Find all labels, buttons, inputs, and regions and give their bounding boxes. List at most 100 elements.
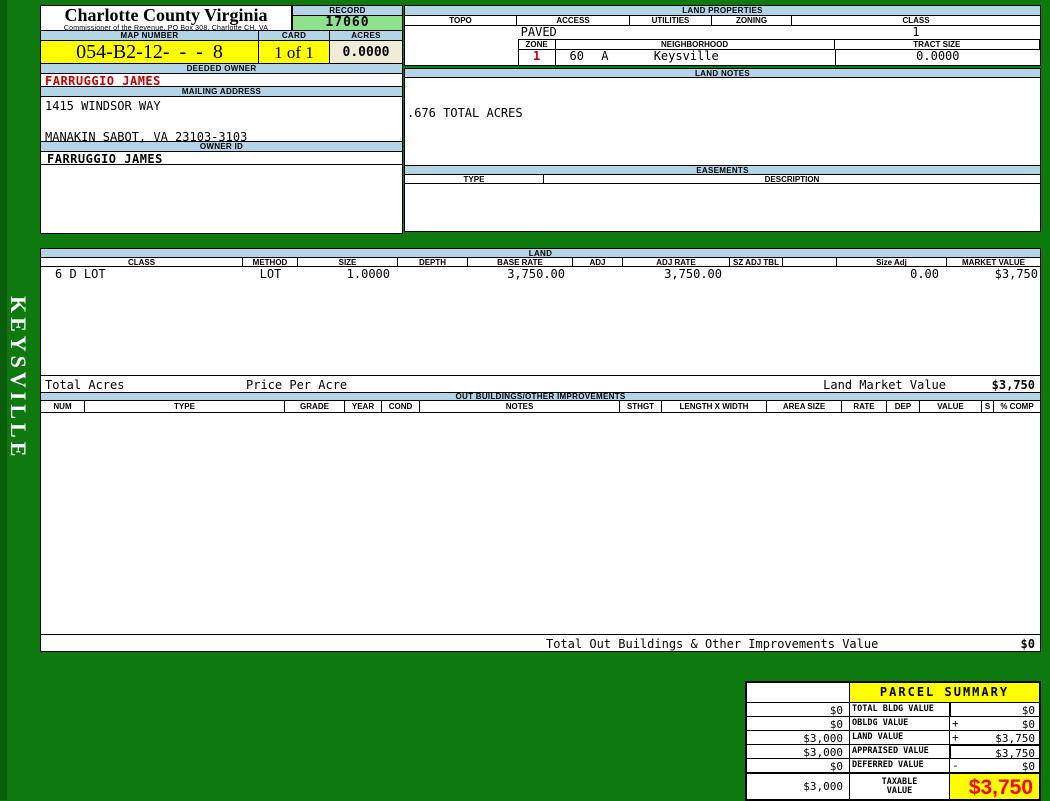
ps-header-spacer [747,683,849,702]
out-buildings-total-label: Total Out Buildings & Other Improvements… [546,637,878,651]
land-col-method: METHOD [243,257,298,267]
ps-label-total-bldg: TOTAL BLDG VALUE [849,702,949,716]
land-market-value-label: Land Market Value [823,378,946,392]
parcel-summary: PARCEL SUMMARY $0 TOTAL BLDG VALUE $0 $0… [745,681,1041,801]
property-record-card: KEYSVILLE Charlotte County Virginia Comm… [0,0,1050,800]
total-acres-label: Total Acres [45,378,124,392]
ob-col-length-width: LENGTH X WIDTH [662,400,767,413]
easement-description-label: DESCRIPTION [544,174,1041,184]
ps-prior-deferred: $0 [747,758,849,772]
ps-op-obldg: + [949,716,965,730]
ob-col-rate: RATE [842,400,887,413]
ps-op-deferred: - [949,758,965,772]
county-title: Charlotte County Virginia [41,6,291,25]
land-row-size: 1.0000 [298,267,398,279]
land-col-market-value: MARKET VALUE [947,257,1041,267]
ps-prior-land: $3,000 [747,730,849,744]
owner-panel: Charlotte County Virginia Commissioner o… [40,5,403,234]
ps-op-total-bldg [949,702,965,716]
record-box: RECORD 17060 [292,5,403,31]
land-col-adj: ADJ [573,257,623,267]
access-value: PAVED [518,25,792,40]
ps-op-land: + [949,730,965,744]
price-per-acre-label: Price Per Acre [246,378,347,392]
land-table-empty-area [40,279,1041,376]
ob-col-num: NUM [40,400,85,413]
ob-col-year: YEAR [345,400,382,413]
ps-label-taxable: TAXABLE VALUE [849,772,949,799]
ob-col-sthgt: STHGT [620,400,662,413]
land-col-adj-rate: ADJ RATE [623,257,730,267]
ob-col-notes: NOTES [420,400,620,413]
address-line-1: 1415 WINDSOR WAY [41,97,402,113]
land-col-sz-adj-tbl: SZ ADJ TBL [730,257,783,267]
easement-type-label: TYPE [404,174,544,184]
land-properties-panel: LAND PROPERTIES TOPO ACCESS UTILITIES ZO… [404,5,1041,232]
ps-value-total-bldg: $0 [965,702,1039,716]
ob-col-grade: GRADE [285,400,345,413]
zone-value: 1 [518,49,556,65]
ps-value-deferred: $0 [965,758,1039,772]
land-col-depth: DEPTH [398,257,468,267]
topo-value [405,25,518,40]
land-section: LAND CLASS METHOD SIZE DEPTH BASE RATE A… [40,248,1041,652]
land-totals-row: Total Acres Price Per Acre Land Market V… [40,375,1041,393]
map-number-value: 054-B2-12- - - 8 [40,40,259,64]
neighborhood-name: Keysville [654,49,719,63]
land-row-size-adj: 0.00 [837,267,947,279]
land-col-base-rate: BASE RATE [468,257,573,267]
land-row-base-rate: 3,750.00 [468,267,573,279]
neighborhood-value: 60 A Keysville [556,49,835,65]
ob-col-cond: COND [382,400,420,413]
ob-col-s: S [982,400,994,413]
ps-value-land: $3,750 [965,730,1039,744]
deeded-owner-value: FARRUGGIO JAMES [40,73,403,87]
ob-col-value: VALUE [920,400,982,413]
record-value: 17060 [292,16,403,31]
out-buildings-empty-area [40,412,1041,635]
owner-panel-filler [40,164,403,234]
ps-op-appraised [949,744,965,758]
acres-value: 0.0000 [330,40,403,64]
ps-value-appraised: $3,750 [965,744,1039,758]
land-notes-box: .676 TOTAL ACRES [404,77,1041,166]
land-row-market-value: $3,750 [947,267,1040,279]
land-col-size-adj: Size Adj [837,257,947,267]
ps-label-deferred: DEFERRED VALUE [849,758,949,772]
land-row-method: LOT [243,267,298,279]
tract-size-value: 0.0000 [835,49,1040,65]
land-table-row: 6 D LOT LOT 1.0000 3,750.00 3,750.00 0.0… [40,266,1041,280]
ps-prior-taxable: $3,000 [747,772,849,799]
out-buildings-total-row: Total Out Buildings & Other Improvements… [40,634,1041,652]
ps-label-appraised: APPRAISED VALUE [849,744,949,758]
land-row-adj [573,267,623,279]
easements-box [404,183,1041,232]
land-notes-text: .676 TOTAL ACRES [405,78,1040,120]
ob-col-type: TYPE [85,400,285,413]
land-row-adj-rate: 3,750.00 [623,267,730,279]
neighborhood-code: 60 [570,49,584,63]
class-value: 1 [792,25,1040,40]
address-line-2: MANAKIN SABOT, VA 23103-3103 [41,113,402,144]
ps-value-obldg: $0 [965,716,1039,730]
ps-prior-appraised: $3,000 [747,744,849,758]
mailing-address-box: 1415 WINDSOR WAY MANAKIN SABOT, VA 23103… [40,96,403,142]
ps-label-land: LAND VALUE [849,730,949,744]
land-market-value: $3,750 [992,378,1035,392]
ps-label-taxable-line2: VALUE [850,787,949,796]
land-row-spare [783,267,837,279]
land-row-sz-adj-tbl [730,267,783,279]
ps-value-taxable: $3,750 [949,772,1039,799]
district-vertical-label: KEYSVILLE [5,296,31,460]
card-value: 1 of 1 [259,40,330,64]
owner-id-value: FARRUGGIO JAMES [40,151,403,165]
land-col-size: SIZE [298,257,398,267]
out-buildings-total-value: $0 [1021,637,1035,651]
ps-prior-obldg: $0 [747,716,849,730]
ob-col-area-size: AREA SIZE [767,400,842,413]
ps-label-obldg: OBLDG VALUE [849,716,949,730]
county-title-box: Charlotte County Virginia Commissioner o… [40,5,292,31]
ob-col-dep: DEP [887,400,920,413]
ps-prior-total-bldg: $0 [747,702,849,716]
parcel-summary-title: PARCEL SUMMARY [849,683,1039,702]
